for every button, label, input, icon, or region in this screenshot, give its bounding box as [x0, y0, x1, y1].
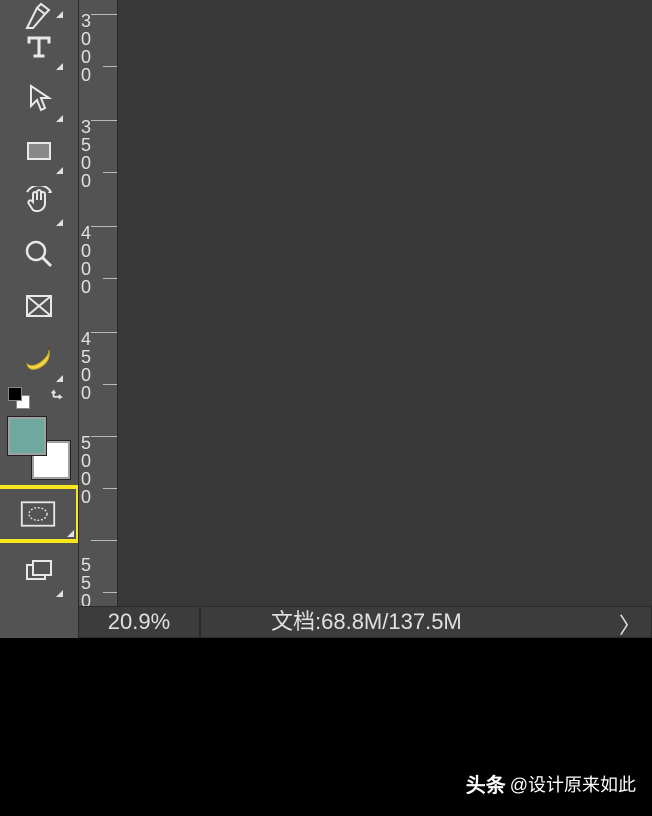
watermark-logo: 头条	[466, 769, 506, 798]
watermark: 头条 @设计原来如此	[466, 769, 636, 798]
default-colors-icon[interactable]	[8, 387, 30, 409]
color-swatches[interactable]	[8, 417, 70, 479]
type-tool[interactable]	[13, 20, 65, 72]
screen-mode-tool[interactable]	[13, 547, 65, 599]
canvas-area[interactable]	[118, 0, 652, 638]
status-bar: 20.9% 文档:68.8M/137.5M 〉	[78, 606, 652, 638]
hand-tool[interactable]	[13, 176, 65, 228]
document-info-label: 文档:68.8M/137.5M	[271, 609, 462, 634]
pen-tool[interactable]	[13, 0, 65, 20]
tool-panel	[0, 0, 78, 638]
foreground-color-swatch[interactable]	[8, 417, 46, 455]
path-select-tool[interactable]	[13, 72, 65, 124]
rectangle-tool[interactable]	[13, 124, 65, 176]
banana-tool[interactable]	[13, 332, 65, 384]
zoom-tool[interactable]	[13, 228, 65, 280]
watermark-text: @设计原来如此	[510, 771, 636, 797]
zoom-level[interactable]: 20.9%	[78, 606, 200, 638]
swap-colors-icon[interactable]	[48, 384, 70, 411]
chevron-right-icon: 〉	[619, 611, 641, 641]
vertical-ruler: 3000 3500 4000 4500 5000 5500	[78, 0, 118, 638]
ruler-mark: 3000	[79, 12, 117, 84]
edit-toolbar-icon[interactable]	[13, 280, 65, 332]
document-info[interactable]: 文档:68.8M/137.5M 〉	[200, 606, 652, 638]
quick-mask-mode[interactable]	[0, 489, 76, 539]
quick-mask-highlight	[0, 485, 80, 543]
